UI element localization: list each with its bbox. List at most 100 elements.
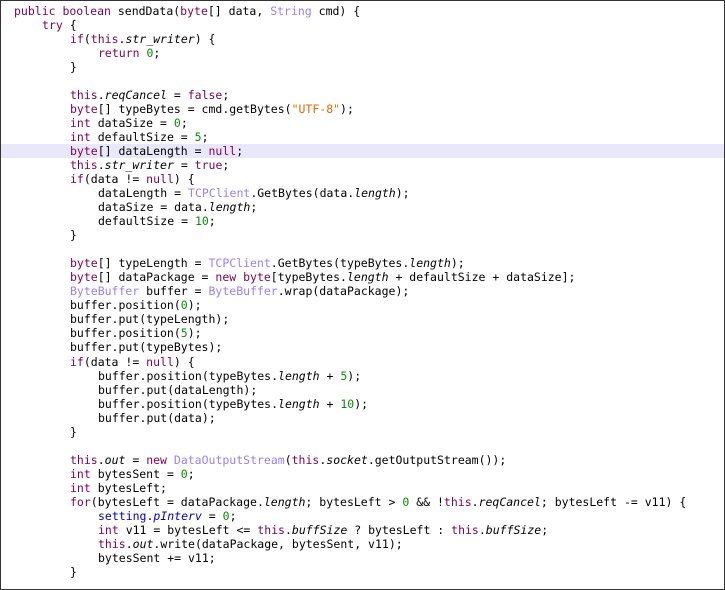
code-token: out bbox=[104, 452, 126, 467]
code-line[interactable]: dataSize = data.length; bbox=[1, 200, 724, 214]
code-line[interactable]: defaultSize = 10; bbox=[1, 214, 724, 228]
code-token: .getOutputStream()); bbox=[367, 452, 507, 467]
code-token: ) { bbox=[173, 354, 195, 369]
code-token: ByteBuffer bbox=[70, 284, 140, 299]
code-token: = bbox=[166, 88, 188, 103]
code-line[interactable]: if(this.str_writer) { bbox=[1, 32, 724, 46]
code-text: } bbox=[70, 60, 77, 74]
code-editor[interactable]: public boolean sendData(byte[] data, Str… bbox=[0, 0, 725, 590]
code-text: int v11 = bytesLeft <= this.buffSize ? b… bbox=[98, 523, 548, 537]
code-text: this.out = new DataOutputStream(this.soc… bbox=[70, 453, 506, 467]
code-line[interactable]: int bytesSent = 0; bbox=[1, 467, 724, 481]
code-line[interactable]: buffer.put(data); bbox=[1, 411, 724, 425]
code-token: cmd) { bbox=[311, 4, 361, 18]
code-token: ; bbox=[222, 158, 230, 173]
code-text: int bytesLeft; bbox=[70, 481, 167, 495]
code-token: null bbox=[146, 172, 174, 187]
code-line[interactable] bbox=[1, 74, 724, 88]
code-token: buffSize bbox=[485, 522, 542, 537]
code-token: ); bbox=[340, 102, 354, 117]
code-token: 5 bbox=[180, 326, 188, 341]
code-token: int bbox=[70, 130, 91, 145]
code-line[interactable]: byte[] typeLength = TCPClient.GetBytes(t… bbox=[1, 256, 724, 270]
code-line[interactable]: this.out = new DataOutputStream(this.soc… bbox=[1, 453, 724, 467]
code-line[interactable]: byte[] typeBytes = cmd.getBytes("UTF-8")… bbox=[1, 102, 724, 116]
code-token: TCPClient bbox=[188, 186, 251, 201]
code-text: byte[] typeLength = TCPClient.GetBytes(t… bbox=[70, 256, 465, 270]
code-line[interactable]: int dataSize = 0; bbox=[1, 116, 724, 130]
code-token: 10 bbox=[340, 396, 355, 411]
code-token: public boolean bbox=[14, 4, 118, 18]
code-line[interactable]: for(bytesLeft = dataPackage.length; byte… bbox=[1, 495, 724, 509]
code-line[interactable]: int bytesLeft; bbox=[1, 481, 724, 495]
code-token: = bbox=[173, 158, 195, 173]
code-line[interactable]: int v11 = bytesLeft <= this.buffSize ? b… bbox=[1, 523, 724, 537]
code-token: . bbox=[97, 452, 105, 467]
code-line[interactable]: if(data != null) { bbox=[1, 172, 724, 186]
code-line[interactable] bbox=[1, 242, 724, 256]
code-line[interactable]: buffer.put(typeBytes); bbox=[1, 340, 724, 354]
code-text: int defaultSize = 5; bbox=[70, 130, 209, 144]
code-line[interactable]: buffer.put(dataLength); bbox=[1, 383, 724, 397]
code-line[interactable]: buffer.position(typeBytes.length + 5); bbox=[1, 369, 724, 383]
code-token: pInterv bbox=[153, 508, 202, 523]
code-line[interactable]: ByteBuffer buffer = ByteBuffer.wrap(data… bbox=[1, 284, 724, 298]
code-token: new bbox=[146, 452, 174, 467]
code-token: (data != bbox=[83, 354, 147, 369]
code-token: DataOutputStream bbox=[173, 452, 285, 467]
code-line[interactable]: public boolean sendData(byte[] data, Str… bbox=[1, 4, 724, 18]
code-line[interactable]: int defaultSize = 5; bbox=[1, 130, 724, 144]
code-text: byte[] dataLength = null; bbox=[70, 144, 243, 158]
code-token: . bbox=[97, 88, 105, 103]
code-token: v11 = bytesLeft <= bbox=[118, 522, 258, 537]
code-token: ByteBuffer bbox=[208, 284, 278, 299]
code-token: String bbox=[270, 4, 312, 18]
code-line[interactable]: } bbox=[1, 565, 724, 579]
code-line[interactable]: this.str_writer = true; bbox=[1, 158, 724, 172]
code-line[interactable]: try { bbox=[1, 18, 724, 32]
code-text: } bbox=[70, 228, 77, 242]
code-line[interactable]: setting.pInterv = 0; bbox=[1, 509, 724, 523]
code-token: dataLength = bbox=[98, 186, 189, 201]
code-line[interactable]: this.out.write(dataPackage, bytesSent, v… bbox=[1, 537, 724, 551]
code-token: .wrap(dataPackage); bbox=[277, 284, 410, 299]
code-line[interactable]: } bbox=[1, 60, 724, 74]
code-text: for(bytesLeft = dataPackage.length; byte… bbox=[70, 495, 686, 509]
code-token: this bbox=[451, 522, 479, 537]
code-token: 5 bbox=[194, 130, 202, 145]
code-line[interactable]: byte[] dataPackage = new byte[typeBytes.… bbox=[1, 270, 724, 284]
code-token: ; bbox=[153, 46, 161, 61]
code-token: } bbox=[70, 564, 77, 579]
code-line[interactable]: this.reqCancel = false; bbox=[1, 88, 724, 102]
code-token: ; bbox=[180, 116, 188, 131]
code-line[interactable]: buffer.position(5); bbox=[1, 326, 724, 340]
code-token: . bbox=[125, 536, 133, 551]
code-token: length bbox=[278, 396, 320, 411]
code-line-current[interactable]: byte[] dataLength = null; bbox=[1, 144, 724, 159]
code-line[interactable]: } bbox=[1, 425, 724, 439]
code-token: 0 bbox=[180, 466, 188, 481]
code-line[interactable]: if(data != null) { bbox=[1, 355, 724, 369]
code-token: .GetBytes(data. bbox=[250, 186, 355, 201]
code-line[interactable]: buffer.position(0); bbox=[1, 298, 724, 312]
code-token: this bbox=[70, 158, 98, 173]
code-line[interactable]: dataLength = TCPClient.GetBytes(data.len… bbox=[1, 186, 724, 200]
code-token: ; bbox=[236, 144, 244, 159]
code-line[interactable]: return 0; bbox=[1, 46, 724, 60]
code-token: byte bbox=[70, 270, 98, 285]
code-token: this bbox=[257, 522, 285, 537]
code-token: . bbox=[471, 494, 479, 509]
code-token: ; bbox=[201, 130, 209, 145]
code-line[interactable]: bytesSent += v11; bbox=[1, 551, 724, 565]
code-token: ? bytesLeft : bbox=[347, 522, 452, 537]
code-token: (data != bbox=[83, 172, 147, 187]
code-line[interactable]: } bbox=[1, 228, 724, 242]
code-token: "UTF-8" bbox=[291, 102, 341, 117]
code-line[interactable]: buffer.position(typeBytes.length + 10); bbox=[1, 397, 724, 411]
code-token: buffer.position( bbox=[70, 298, 181, 313]
code-line[interactable]: buffer.put(typeLength); bbox=[1, 312, 724, 326]
code-token: [] typeBytes = cmd.getBytes( bbox=[97, 102, 292, 117]
code-text: buffer.position(typeBytes.length + 10); bbox=[98, 397, 368, 411]
code-token: . bbox=[284, 522, 292, 537]
code-line[interactable] bbox=[1, 439, 724, 453]
